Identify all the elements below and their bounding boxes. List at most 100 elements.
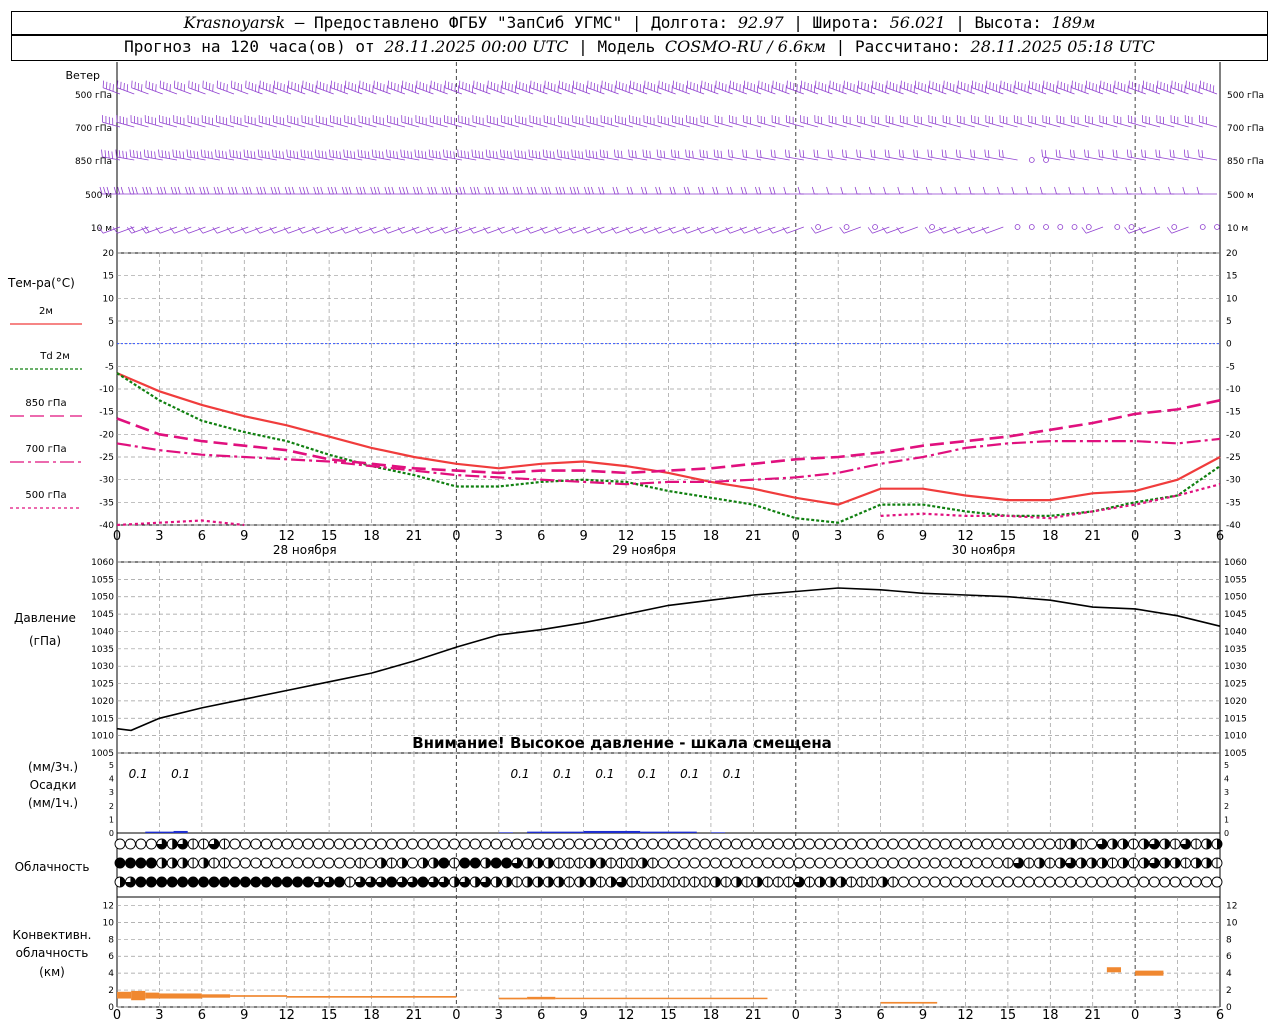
wind-barb xyxy=(799,149,819,161)
wind-barb xyxy=(671,149,690,161)
wind-barb xyxy=(1054,186,1075,195)
precip-tick-right: 1 xyxy=(1224,815,1229,824)
cloud-symbol xyxy=(344,857,356,869)
cloud-symbol xyxy=(239,857,251,869)
wind-barb xyxy=(287,115,306,128)
precip-3h-label: 0.1 xyxy=(638,767,657,781)
x-tick-label-bottom: 9 xyxy=(919,1008,927,1023)
wind-barb xyxy=(301,115,320,128)
wind-barb xyxy=(159,115,178,128)
wind-barb xyxy=(1166,226,1189,234)
x-tick-label: 12 xyxy=(618,529,635,544)
wind-barb xyxy=(629,115,648,128)
cloud-symbol-mark xyxy=(1164,858,1170,868)
conv-axis-label-2: облачность xyxy=(16,946,89,960)
wind-barb xyxy=(1183,149,1203,161)
cloud-symbol xyxy=(124,857,136,869)
wind-barb xyxy=(1113,115,1132,128)
wind-barb xyxy=(343,149,363,161)
x-tick-label-bottom: 0 xyxy=(792,1008,800,1023)
wind-barb xyxy=(327,186,348,195)
wind-barb xyxy=(826,186,847,195)
wind-barb xyxy=(669,186,690,195)
wind-barb xyxy=(1099,115,1118,128)
temp-tick-left: 15 xyxy=(103,272,114,282)
cloud-symbol-mark xyxy=(1060,858,1066,868)
x-tick-label: 3 xyxy=(495,529,503,544)
cloud-symbol-mark xyxy=(454,877,460,887)
cloud-symbol xyxy=(292,876,304,888)
cloud-symbol-mark xyxy=(182,858,188,868)
cloud-symbol xyxy=(856,838,868,850)
pressure-tick-right: 1035 xyxy=(1224,645,1247,655)
wind-barb xyxy=(500,149,519,161)
cloud-symbol xyxy=(699,857,711,869)
cloud-symbol xyxy=(145,857,157,869)
temp-tick-right: -10 xyxy=(1226,385,1241,395)
cloud-symbol-mark xyxy=(1070,839,1076,849)
x-tick-label-bottom: 18 xyxy=(363,1008,380,1023)
x-tick-label-bottom: 15 xyxy=(660,1008,677,1023)
wind-barb xyxy=(1096,186,1118,195)
pressure-unit-label: (гПа) xyxy=(29,634,61,648)
cloud-symbol xyxy=(1180,876,1192,888)
wind-barb xyxy=(643,115,662,128)
wind-barb xyxy=(187,115,206,128)
cloud-symbol xyxy=(459,838,471,850)
precip-3h-label: 0.1 xyxy=(510,767,529,781)
cloud-symbol xyxy=(229,876,241,888)
wind-barb xyxy=(940,186,961,195)
pressure-tick-left: 1025 xyxy=(91,680,114,690)
x-tick-label-bottom: 21 xyxy=(406,1008,423,1023)
conv-tick-left: 4 xyxy=(108,969,114,979)
precip-3h-label: 0.1 xyxy=(680,767,699,781)
wind-barb xyxy=(329,149,349,161)
precip-tick-right: 4 xyxy=(1224,775,1229,784)
wind-barb xyxy=(896,226,918,234)
wind-barb xyxy=(314,149,334,161)
cloud-symbol xyxy=(814,838,826,850)
wind-barb xyxy=(441,186,462,195)
cloud-axis-label: Облачность xyxy=(15,860,90,874)
x-tick-label: 21 xyxy=(1084,529,1101,544)
cloud-symbol xyxy=(135,857,147,869)
wind-barb xyxy=(413,186,434,195)
cloud-symbol xyxy=(281,838,293,850)
cloud-symbol xyxy=(1211,876,1223,888)
cloud-symbol-mark xyxy=(172,839,178,849)
day-label: 29 ноября xyxy=(612,543,676,557)
cloud-symbol xyxy=(1033,838,1045,850)
wind-calm xyxy=(1057,224,1064,230)
cloud-symbol xyxy=(469,838,481,850)
pressure-tick-right: 1060 xyxy=(1224,558,1247,568)
x-tick-label: 21 xyxy=(745,529,762,544)
x-tick-label: 18 xyxy=(1042,529,1059,544)
wind-barb xyxy=(1068,186,1089,195)
wind-barb xyxy=(840,186,861,195)
wind-barb xyxy=(970,149,990,161)
cloud-symbol xyxy=(657,838,669,850)
wind-barb xyxy=(699,149,719,161)
cloud-symbol xyxy=(333,838,345,850)
precip-bar xyxy=(145,831,174,833)
wind-barb xyxy=(1155,149,1175,161)
wind-calm xyxy=(1028,224,1035,230)
cloud-symbol xyxy=(919,857,930,869)
wind-barb xyxy=(885,115,904,128)
cloud-symbol xyxy=(1075,876,1087,888)
cloud-symbol xyxy=(198,876,210,888)
cloud-symbol-mark xyxy=(840,877,846,887)
wind-barb xyxy=(341,186,363,195)
precip-unit-3h: (мм/3ч.) xyxy=(28,760,78,774)
precip-bar xyxy=(640,831,697,833)
cloud-symbol xyxy=(908,876,920,888)
wind-barb xyxy=(1168,186,1189,195)
cloud-symbol xyxy=(668,838,680,850)
cloud-symbol-mark xyxy=(548,858,554,868)
wind-barb xyxy=(358,115,377,128)
cloud-symbol xyxy=(960,857,972,869)
cloud-symbol-mark xyxy=(1143,858,1149,868)
cloud-symbol xyxy=(365,857,377,869)
cloud-symbol xyxy=(553,838,565,850)
cloud-symbol xyxy=(501,857,513,869)
